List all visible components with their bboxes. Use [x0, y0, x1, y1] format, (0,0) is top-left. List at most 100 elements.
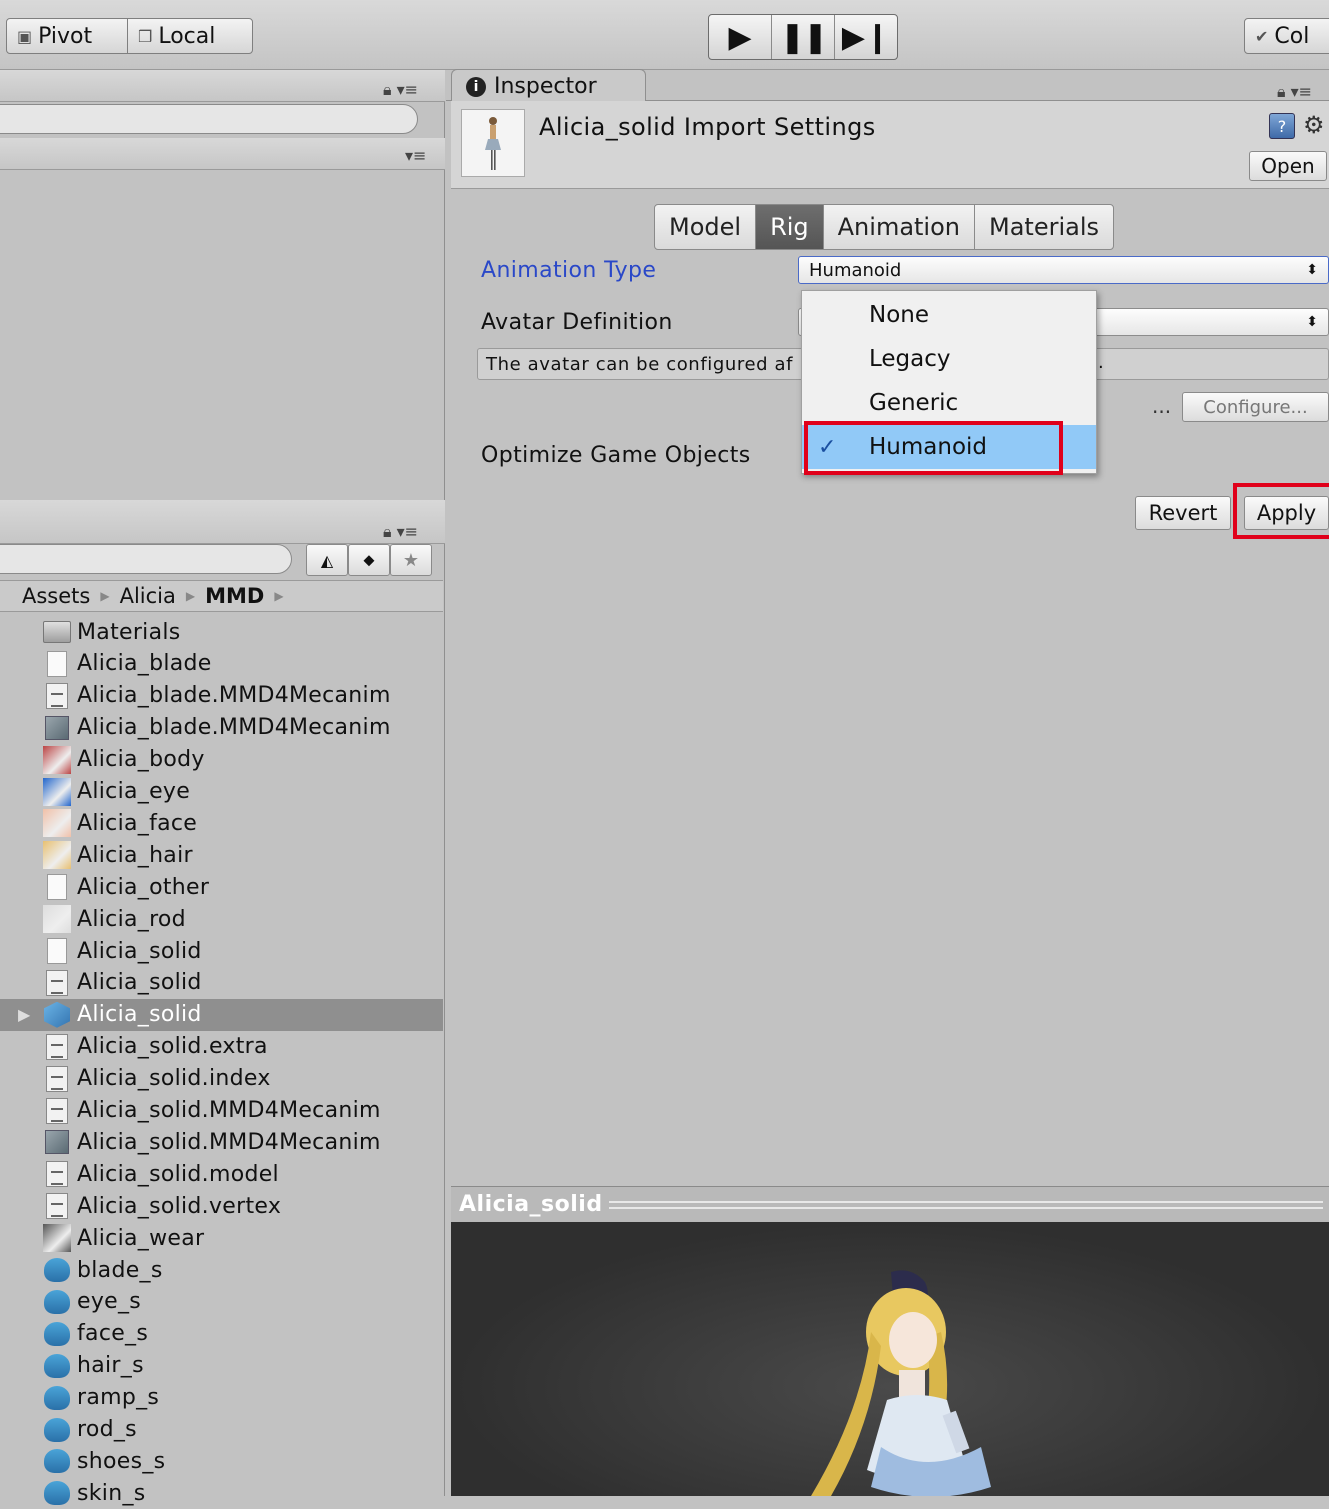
local-toggle-button[interactable]: ❒ Local: [127, 18, 253, 54]
asset-list-item[interactable]: Alicia_solid.index: [0, 1063, 443, 1095]
asset-list-item[interactable]: Alicia_other: [0, 871, 443, 903]
asset-list-item[interactable]: hair_s: [0, 1350, 443, 1382]
asset-list-item[interactable]: Alicia_blade: [0, 648, 443, 680]
import-tabs: Model Rig Animation Materials: [654, 204, 1115, 250]
collab-button[interactable]: ✔ Col: [1244, 18, 1329, 54]
character-model-figure: [811, 1270, 991, 1497]
filter-by-type-icon[interactable]: ◭: [306, 544, 348, 576]
asset-list-item[interactable]: Alicia_solid.MMD4Mecanim: [0, 1126, 443, 1158]
favorites-star-icon[interactable]: ★: [390, 544, 432, 576]
asset-list-item[interactable]: face_s: [0, 1318, 443, 1350]
filter-by-label-icon[interactable]: ⬥: [348, 544, 390, 576]
open-button[interactable]: Open: [1249, 151, 1327, 181]
revert-button[interactable]: Revert: [1135, 496, 1231, 530]
asset-name: Alicia_solid: [77, 1002, 202, 1028]
hierarchy-subheader: [0, 138, 445, 170]
asset-list-item[interactable]: skin_s: [0, 1477, 443, 1509]
lock-icon[interactable]: 🔒︎ ▾≡: [383, 522, 418, 542]
asset-name: Alicia_blade.MMD4Mecanim: [77, 715, 391, 741]
asset-name: Alicia_solid: [77, 938, 202, 964]
dropdown-arrows-icon: ⬍: [1306, 314, 1318, 330]
chevron-right-icon: ▶: [100, 589, 110, 603]
asset-name: ramp_s: [77, 1385, 160, 1411]
asset-list-item[interactable]: Alicia_body: [0, 744, 443, 776]
text-file-icon: [43, 1065, 71, 1092]
asset-name: shoes_s: [77, 1448, 166, 1474]
text-file-icon: [43, 1161, 71, 1188]
asset-name: Alicia_blade.MMD4Mecanim: [77, 683, 391, 709]
menu-item-none[interactable]: None: [802, 293, 1096, 337]
animation-type-dropdown[interactable]: Humanoid ⬍: [798, 256, 1329, 284]
menu-item-label: None: [869, 302, 930, 328]
gear-icon[interactable]: ⚙: [1303, 111, 1325, 139]
asset-list-item[interactable]: blade_s: [0, 1254, 443, 1286]
asset-name: Alicia_blade: [77, 651, 212, 677]
preview-title: Alicia_solid: [459, 1192, 603, 1217]
play-button[interactable]: ▶: [709, 15, 772, 59]
pause-button[interactable]: ❚❚: [772, 15, 835, 59]
asset-name: rod_s: [77, 1417, 137, 1442]
model-preview[interactable]: [451, 1222, 1329, 1497]
chevron-right-icon: ▶: [274, 589, 284, 603]
help-icon[interactable]: ?: [1269, 113, 1295, 139]
animation-type-value: Humanoid: [809, 259, 902, 281]
breadcrumb-alicia[interactable]: Alicia: [120, 584, 176, 608]
asset-list-item[interactable]: Alicia_wear: [0, 1222, 443, 1254]
asset-list-item[interactable]: ▶ Alicia_solid: [0, 998, 443, 1031]
texture-icon: [43, 1224, 71, 1253]
text-file-icon: [43, 1033, 71, 1060]
text-file-icon: [43, 969, 71, 996]
asset-name: Alicia_eye: [77, 779, 191, 804]
asset-list-item[interactable]: Materials: [0, 616, 443, 648]
expand-arrow-icon[interactable]: ▶: [18, 1005, 31, 1024]
apply-highlight-box: [1233, 483, 1329, 539]
project-search-input[interactable]: [0, 544, 292, 574]
asset-list-item[interactable]: Alicia_hair: [0, 839, 443, 871]
breadcrumb-assets[interactable]: Assets: [22, 584, 90, 608]
asset-name: Alicia_solid.vertex: [77, 1193, 282, 1219]
pivot-toggle-button[interactable]: ▣ Pivot: [6, 18, 128, 54]
menu-icon[interactable]: ▾≡: [405, 146, 426, 165]
animation-type-label: Animation Type: [481, 258, 657, 283]
menu-item-legacy[interactable]: Legacy: [802, 337, 1096, 381]
asset-list-item[interactable]: Alicia_eye: [0, 776, 443, 808]
asset-list-item[interactable]: ramp_s: [0, 1382, 443, 1414]
optimize-game-objects-label: Optimize Game Objects: [481, 443, 751, 468]
breadcrumb-mmd[interactable]: MMD: [205, 584, 264, 608]
tab-rig[interactable]: Rig: [756, 205, 824, 249]
asset-list-item[interactable]: Alicia_solid: [0, 935, 443, 967]
shader-icon: [43, 1480, 71, 1506]
texture-icon: [43, 841, 71, 870]
hierarchy-search-input[interactable]: [0, 104, 418, 134]
asset-list-item[interactable]: rod_s: [0, 1414, 443, 1446]
lock-icon[interactable]: 🔒︎ ▾≡: [1277, 82, 1312, 102]
texture-icon: [43, 905, 71, 934]
asset-list-item[interactable]: Alicia_solid.MMD4Mecanim: [0, 1095, 443, 1127]
tab-animation[interactable]: Animation: [824, 205, 975, 249]
asset-list-item[interactable]: Alicia_face: [0, 807, 443, 839]
texture-icon: [43, 809, 71, 838]
lock-icon[interactable]: 🔒︎ ▾≡: [383, 80, 418, 100]
asset-name: Alicia_solid.extra: [77, 1034, 268, 1060]
asset-name: hair_s: [77, 1353, 144, 1379]
asset-name: eye_s: [77, 1289, 142, 1315]
asset-list-item[interactable]: shoes_s: [0, 1445, 443, 1477]
asset-name: skin_s: [77, 1480, 146, 1506]
asset-list-item[interactable]: eye_s: [0, 1286, 443, 1318]
configure-button[interactable]: Configure...: [1182, 392, 1329, 422]
asset-list-item[interactable]: Alicia_solid.extra: [0, 1031, 443, 1063]
asset-list-item[interactable]: Alicia_solid.model: [0, 1158, 443, 1190]
asset-list-item[interactable]: Alicia_solid: [0, 967, 443, 999]
step-button[interactable]: ▶❙: [835, 15, 897, 59]
asset-list-item[interactable]: Alicia_blade.MMD4Mecanim: [0, 680, 443, 712]
asset-list-item[interactable]: Alicia_solid.vertex: [0, 1190, 443, 1222]
asset-list-item[interactable]: Alicia_rod: [0, 903, 443, 935]
menu-item-generic[interactable]: Generic: [802, 381, 1096, 425]
tab-inspector[interactable]: i Inspector: [451, 69, 646, 103]
model-thumbnail: [461, 109, 525, 177]
tab-model[interactable]: Model: [655, 205, 757, 249]
asset-list-item[interactable]: Alicia_blade.MMD4Mecanim: [0, 712, 443, 744]
preview-drag-handle[interactable]: [608, 1200, 1323, 1209]
asset-name: Alicia_solid: [77, 970, 202, 996]
tab-materials[interactable]: Materials: [975, 205, 1113, 249]
